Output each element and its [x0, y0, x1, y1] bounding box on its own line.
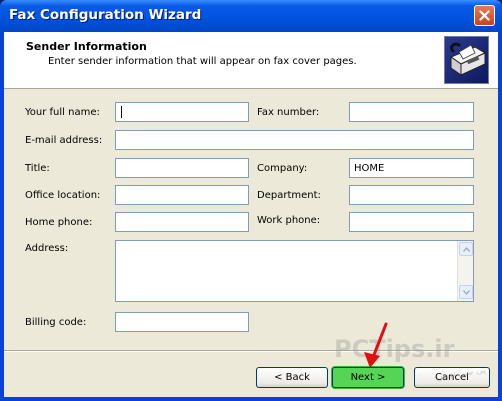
- address-label: Address:: [25, 243, 69, 254]
- scroll-down-button[interactable]: [459, 285, 473, 299]
- red-arrow-icon: [364, 322, 388, 368]
- scroll-up-button[interactable]: [459, 242, 473, 256]
- chevron-up-icon: [462, 246, 470, 252]
- department-label: Department:: [257, 190, 321, 201]
- full-name-label: Your full name:: [25, 107, 100, 118]
- company-input[interactable]: [349, 158, 474, 178]
- text-caret: [121, 106, 122, 118]
- next-button[interactable]: Next >: [332, 367, 404, 388]
- title-bar[interactable]: Fax Configuration Wizard: [0, 0, 502, 32]
- fax-number-input[interactable]: [349, 102, 474, 122]
- company-label: Company:: [257, 163, 308, 174]
- home-phone-input[interactable]: [115, 212, 249, 232]
- wizard-client-area: Sender Information Enter sender informat…: [4, 32, 498, 397]
- office-location-input[interactable]: [115, 185, 249, 205]
- fax-machine-icon: [444, 36, 489, 84]
- work-phone-input[interactable]: [349, 212, 474, 232]
- watermark-text: PCTips.ir: [334, 335, 455, 363]
- email-input[interactable]: [115, 130, 474, 150]
- department-input[interactable]: [349, 185, 474, 205]
- page-title: Sender Information: [26, 40, 147, 53]
- address-textarea[interactable]: [115, 240, 474, 302]
- title-input[interactable]: [115, 158, 249, 178]
- billing-code-input[interactable]: [115, 312, 249, 332]
- page-subtitle: Enter sender information that will appea…: [48, 56, 357, 67]
- billing-code-label: Billing code:: [25, 317, 87, 328]
- window-title: Fax Configuration Wizard: [9, 7, 202, 23]
- home-phone-label: Home phone:: [25, 217, 93, 228]
- address-scrollbar[interactable]: [457, 241, 473, 301]
- wizard-window: Fax Configuration Wizard Sender Informat…: [0, 0, 502, 401]
- close-icon: [479, 10, 490, 21]
- work-phone-label: Work phone:: [257, 215, 321, 226]
- full-name-input[interactable]: [115, 102, 249, 122]
- close-button[interactable]: [474, 5, 495, 26]
- email-label: E-mail address:: [25, 135, 103, 146]
- fax-number-label: Fax number:: [257, 107, 320, 118]
- back-button[interactable]: < Back: [256, 367, 328, 388]
- wizard-header: Sender Information Enter sender informat…: [4, 32, 498, 89]
- title-label: Title:: [25, 163, 50, 174]
- office-location-label: Office location:: [25, 190, 101, 201]
- chevron-down-icon: [462, 289, 470, 295]
